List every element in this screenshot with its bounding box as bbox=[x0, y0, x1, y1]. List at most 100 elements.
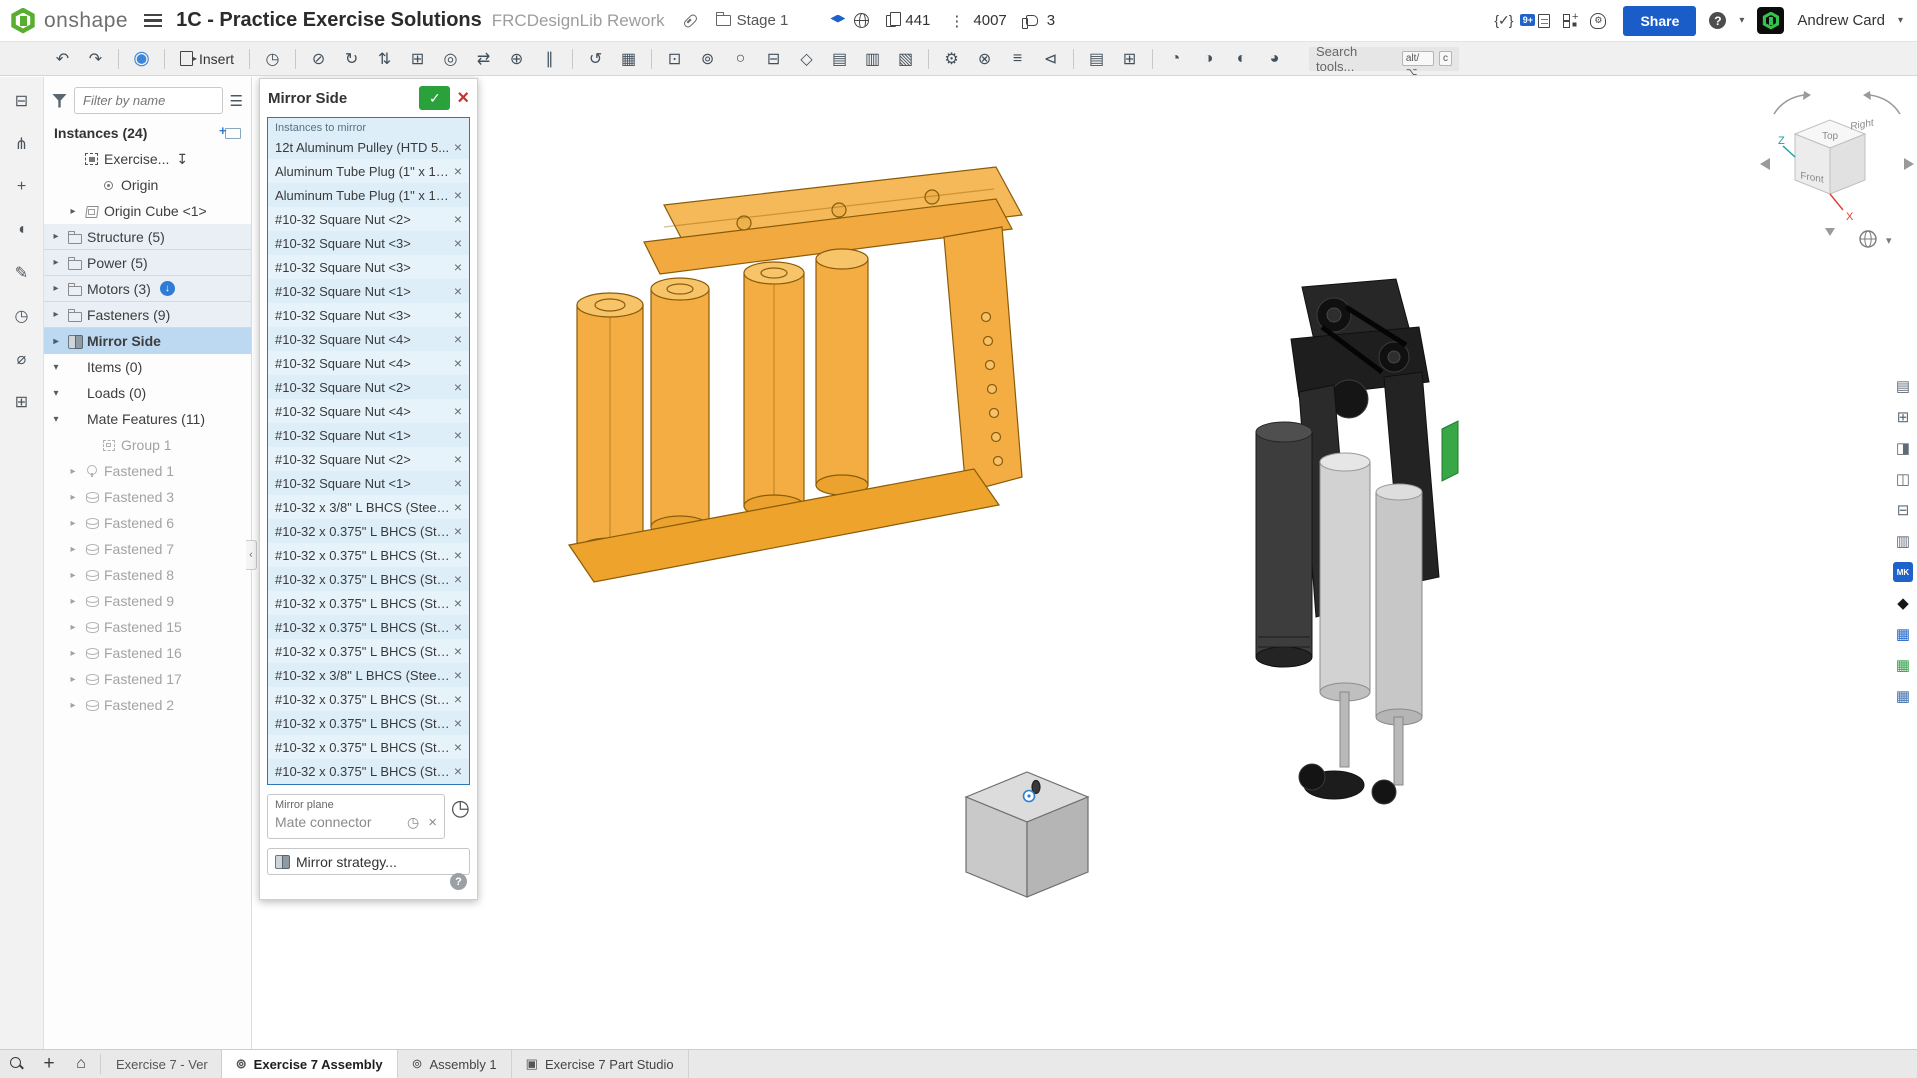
tree-item[interactable]: ▾ Mate Features (11) bbox=[44, 406, 251, 432]
tree-item[interactable]: ▸ Fastened 1 bbox=[44, 458, 251, 484]
mirror-instance-row[interactable]: #10-32 Square Nut <2> × bbox=[268, 375, 469, 399]
search-tools-input[interactable]: Search tools... alt/⌥ c bbox=[1309, 44, 1460, 78]
versions-icon[interactable]: ⋔ bbox=[10, 132, 34, 156]
remove-instance-icon[interactable]: × bbox=[450, 547, 462, 563]
mirror-plane-group[interactable]: Mirror plane Mate connector ◷ × bbox=[267, 794, 445, 839]
remove-instance-icon[interactable]: × bbox=[450, 619, 462, 635]
rotate-icon[interactable]: ↺ bbox=[582, 46, 609, 72]
structure-icon[interactable]: ⊟ bbox=[760, 46, 787, 72]
version-json-icon[interactable]: {✓} bbox=[1494, 12, 1513, 29]
parts-list-icon[interactable]: ⊞ bbox=[10, 390, 34, 414]
linear-pattern-icon[interactable]: ▦ bbox=[615, 46, 642, 72]
publication-icon[interactable]: ▧ bbox=[892, 46, 919, 72]
pin-slot-mate-icon[interactable]: ⇄ bbox=[470, 46, 497, 72]
mirror-instance-row[interactable]: #10-32 x 3/8" L BHCS (Steel, ... × bbox=[268, 663, 469, 687]
properties-panel-icon[interactable]: ▤ bbox=[1893, 376, 1913, 396]
tree-item[interactable]: ▸ Fastened 16 bbox=[44, 640, 251, 666]
selection-icon[interactable]: ⊡ bbox=[661, 46, 688, 72]
remove-instance-icon[interactable]: × bbox=[450, 307, 462, 323]
views-icon[interactable]: ⋮ bbox=[949, 12, 964, 30]
configurations-icon[interactable]: ▥ bbox=[859, 46, 886, 72]
animation-icon[interactable]: ◑ bbox=[1195, 46, 1222, 72]
instances-to-mirror-list[interactable]: Instances to mirror 12t Aluminum Pulley … bbox=[267, 117, 470, 785]
user-caret-icon[interactable]: ▾ bbox=[1898, 15, 1903, 26]
views-panel-icon[interactable]: ◫ bbox=[1893, 469, 1913, 489]
remove-instance-icon[interactable]: × bbox=[450, 475, 462, 491]
tree-item[interactable]: ▸ Motors (3) bbox=[44, 276, 251, 302]
version-tab[interactable]: Exercise 7 - Ver bbox=[103, 1050, 222, 1078]
mirror-instance-row[interactable]: #10-32 x 0.375" L BHCS (Stee... × bbox=[268, 711, 469, 735]
dialog-help-icon[interactable]: ? bbox=[450, 873, 467, 890]
remove-instance-icon[interactable]: × bbox=[450, 235, 462, 251]
display-states-icon[interactable]: ▤ bbox=[826, 46, 853, 72]
remove-instance-icon[interactable]: × bbox=[450, 139, 462, 155]
tree-item[interactable]: ▸ Fastened 17 bbox=[44, 666, 251, 692]
tree-item[interactable]: ▸ Mirror Side bbox=[44, 328, 251, 354]
mirror-instance-row[interactable]: #10-32 Square Nut <2> × bbox=[268, 207, 469, 231]
help-icon[interactable]: ? bbox=[1709, 12, 1727, 29]
mkcad-app-icon[interactable]: MK bbox=[1893, 562, 1913, 582]
view-options-caret-icon[interactable]: ▾ bbox=[1886, 235, 1892, 247]
tree-item[interactable]: ▸ Fastened 7 bbox=[44, 536, 251, 562]
document-tab[interactable]: ⊚ Assembly 1 bbox=[398, 1050, 512, 1078]
mirror-instance-row[interactable]: #10-32 Square Nut <4> × bbox=[268, 327, 469, 351]
tree-item[interactable]: ▸ Fastened 8 bbox=[44, 562, 251, 588]
ball-mate-icon[interactable]: ◎ bbox=[437, 46, 464, 72]
remove-instance-icon[interactable]: × bbox=[450, 211, 462, 227]
tree-item[interactable]: Origin bbox=[44, 172, 251, 198]
panel-collapse-handle[interactable]: ‹ bbox=[246, 540, 257, 570]
edit-notes-icon[interactable]: ✎ bbox=[10, 261, 34, 285]
mirror-instance-row[interactable]: #10-32 x 0.375" L BHCS (Stee... × bbox=[268, 687, 469, 711]
solve-deferred-clock-icon[interactable]: ◷ bbox=[451, 797, 470, 819]
dialog-accept-button[interactable]: ✓ bbox=[419, 86, 451, 110]
remove-instance-icon[interactable]: × bbox=[450, 427, 462, 443]
remove-instance-icon[interactable]: × bbox=[450, 763, 462, 779]
mirror-instance-row[interactable]: #10-32 x 0.375" L BHCS (Stee... × bbox=[268, 543, 469, 567]
material-panel-icon[interactable]: ⊟ bbox=[1893, 500, 1913, 520]
mirror-instance-row[interactable]: 12t Aluminum Pulley (HTD 5... × bbox=[268, 135, 469, 159]
mirror-instance-row[interactable]: #10-32 x 0.375" L BHCS (Stee... × bbox=[268, 735, 469, 759]
remove-instance-icon[interactable]: × bbox=[450, 595, 462, 611]
assembly-dark[interactable] bbox=[1255, 278, 1459, 805]
filter-icon[interactable] bbox=[52, 93, 67, 108]
tag-icon[interactable]: ⊲ bbox=[1037, 46, 1064, 72]
mirror-instance-row[interactable]: #10-32 x 0.375" L BHCS (Stee... × bbox=[268, 759, 469, 783]
remove-instance-icon[interactable]: × bbox=[450, 379, 462, 395]
mirror-instance-row[interactable]: #10-32 Square Nut <4> × bbox=[268, 399, 469, 423]
mirror-instance-row[interactable]: #10-32 Square Nut <3> × bbox=[268, 231, 469, 255]
learning-icon[interactable]: ⚙ bbox=[1590, 12, 1607, 29]
mate-connector-icon[interactable]: ⊚ bbox=[694, 46, 721, 72]
section-view-icon[interactable]: ◐ bbox=[1228, 46, 1255, 72]
screw-relation-icon[interactable]: ⊗ bbox=[971, 46, 998, 72]
rack-relation-icon[interactable]: ≡ bbox=[1004, 46, 1031, 72]
help-caret-icon[interactable]: ▾ bbox=[1739, 15, 1744, 26]
remove-instance-icon[interactable]: × bbox=[450, 259, 462, 275]
tree-item[interactable]: ▸ Fastened 9 bbox=[44, 588, 251, 614]
preview-magnifier-icon[interactable] bbox=[0, 1050, 34, 1078]
document-tab[interactable]: ▣ Exercise 7 Part Studio bbox=[512, 1050, 689, 1078]
mirror-instance-row[interactable]: #10-32 x 0.375" L BHCS (Stee... × bbox=[268, 591, 469, 615]
remove-instance-icon[interactable]: × bbox=[450, 523, 462, 539]
tree-item[interactable]: Exercise... bbox=[44, 146, 251, 172]
history-icon[interactable]: ◷ bbox=[259, 46, 286, 72]
link-icon[interactable] bbox=[682, 12, 699, 29]
tree-item[interactable]: ▾ Items (0) bbox=[44, 354, 251, 380]
mirror-instance-row[interactable]: #10-32 x 0.375" L BHCS (Stee... × bbox=[268, 567, 469, 591]
in-context-icon[interactable]: ◇ bbox=[793, 46, 820, 72]
document-title[interactable]: 1C - Practice Exercise Solutions bbox=[176, 9, 482, 32]
remove-instance-icon[interactable]: × bbox=[450, 355, 462, 371]
mate-cube[interactable] bbox=[964, 771, 1090, 898]
tree-item[interactable]: ▸ Power (5) bbox=[44, 250, 251, 276]
mirror-instance-row[interactable]: #10-32 Square Nut <1> × bbox=[268, 471, 469, 495]
remove-instance-icon[interactable]: × bbox=[450, 451, 462, 467]
document-panel-icon[interactable]: ⊟ bbox=[10, 89, 34, 113]
remove-instance-icon[interactable]: × bbox=[450, 667, 462, 683]
app-table-steel-icon[interactable]: ▦ bbox=[1893, 686, 1913, 706]
home-icon[interactable]: ⌂ bbox=[64, 1050, 98, 1078]
tree-item[interactable]: Group 1 bbox=[44, 432, 251, 458]
list-options-icon[interactable]: ☰ bbox=[230, 92, 243, 110]
mirror-instance-row[interactable]: #10-32 Square Nut <1> × bbox=[268, 423, 469, 447]
tree-item[interactable]: ▸ Fastened 15 bbox=[44, 614, 251, 640]
mirror-instance-row[interactable]: #10-32 Square Nut <1> × bbox=[268, 279, 469, 303]
remove-instance-icon[interactable]: × bbox=[450, 163, 462, 179]
